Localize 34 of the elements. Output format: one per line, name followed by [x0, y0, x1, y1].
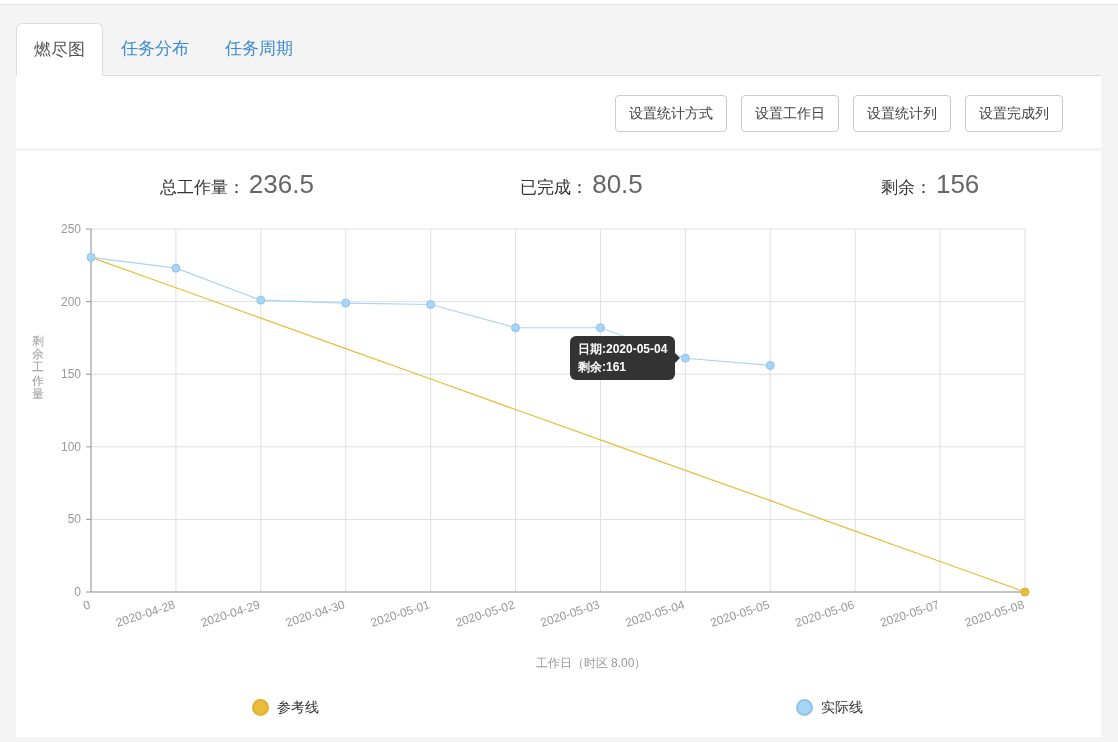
data-point	[171, 263, 181, 273]
x-axis-title: 工作日（时区 8.00）	[535, 656, 647, 670]
y-axis-title: 剩余工作量	[32, 335, 44, 401]
toolbar-button[interactable]: 设置统计方式	[615, 95, 727, 132]
data-point	[426, 300, 436, 309]
y-tick-label: 200	[60, 294, 81, 309]
y-tick-label: 250	[60, 222, 81, 236]
data-point	[341, 298, 351, 308]
toolbar-button[interactable]: 设置统计列	[853, 95, 951, 132]
x-tick-label: 0	[81, 597, 92, 613]
tab[interactable]: 燃尽图	[16, 23, 103, 76]
legend-label: 参考线	[277, 697, 319, 717]
data-point	[680, 353, 690, 363]
data-point	[256, 295, 266, 305]
stat-value: 156	[935, 168, 980, 201]
tooltip-text: 剩余:161	[578, 359, 628, 376]
data-point	[1020, 587, 1030, 597]
stat-label: 剩余：	[880, 177, 932, 199]
stat-label: 已完成：	[520, 177, 589, 199]
legend-label: 实际线	[820, 697, 863, 717]
stat-value: 236.5	[248, 168, 314, 201]
data-point	[765, 361, 775, 370]
stat-value: 80.5	[592, 168, 643, 201]
tooltip-text: 日期:2020-05-04	[578, 341, 668, 358]
toolbar-button[interactable]: 设置工作日	[741, 95, 839, 132]
toolbar-button[interactable]: 设置完成列	[965, 95, 1063, 132]
stat-label: 总工作量：	[159, 177, 245, 199]
y-tick-label: 100	[60, 439, 81, 454]
data-point	[86, 252, 96, 262]
y-tick-label: 0	[74, 585, 81, 599]
y-tick-label: 50	[67, 512, 81, 527]
y-tick-label: 150	[60, 367, 81, 382]
data-point	[595, 323, 605, 333]
data-point	[511, 323, 521, 333]
